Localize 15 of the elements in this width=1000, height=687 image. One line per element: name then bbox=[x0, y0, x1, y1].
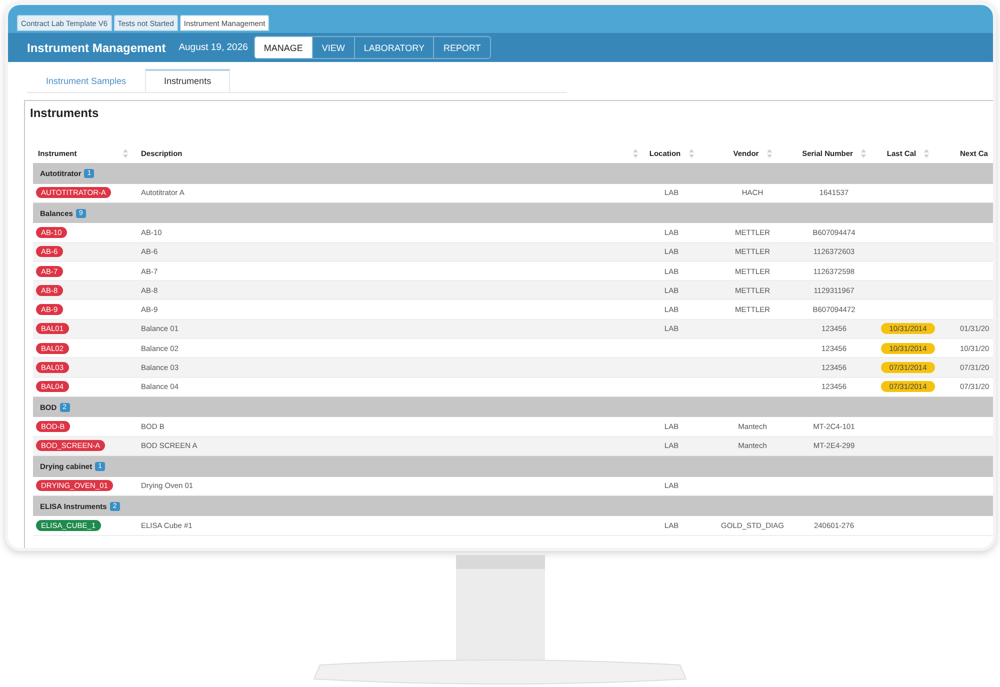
nav-button[interactable]: REPORT bbox=[433, 37, 490, 58]
sub-tab[interactable]: Instrument Samples bbox=[27, 69, 146, 92]
sort-icon[interactable] bbox=[860, 148, 866, 158]
sub-tab[interactable]: Instruments bbox=[145, 69, 230, 92]
sort-icon[interactable] bbox=[123, 148, 128, 158]
app-title: Instrument Management bbox=[27, 40, 166, 54]
nav-button[interactable]: VIEW bbox=[312, 37, 354, 58]
sort-icon[interactable] bbox=[688, 148, 694, 158]
nav-button[interactable]: MANAGE bbox=[254, 37, 312, 58]
date-label: August 19, 2026 bbox=[178, 42, 248, 53]
panel-title: Instruments bbox=[29, 105, 100, 122]
sort-icon[interactable] bbox=[633, 148, 638, 158]
sort-icon[interactable] bbox=[766, 148, 772, 158]
sort-icon[interactable] bbox=[924, 148, 930, 158]
nav-button[interactable]: LABORATORY bbox=[354, 37, 434, 58]
